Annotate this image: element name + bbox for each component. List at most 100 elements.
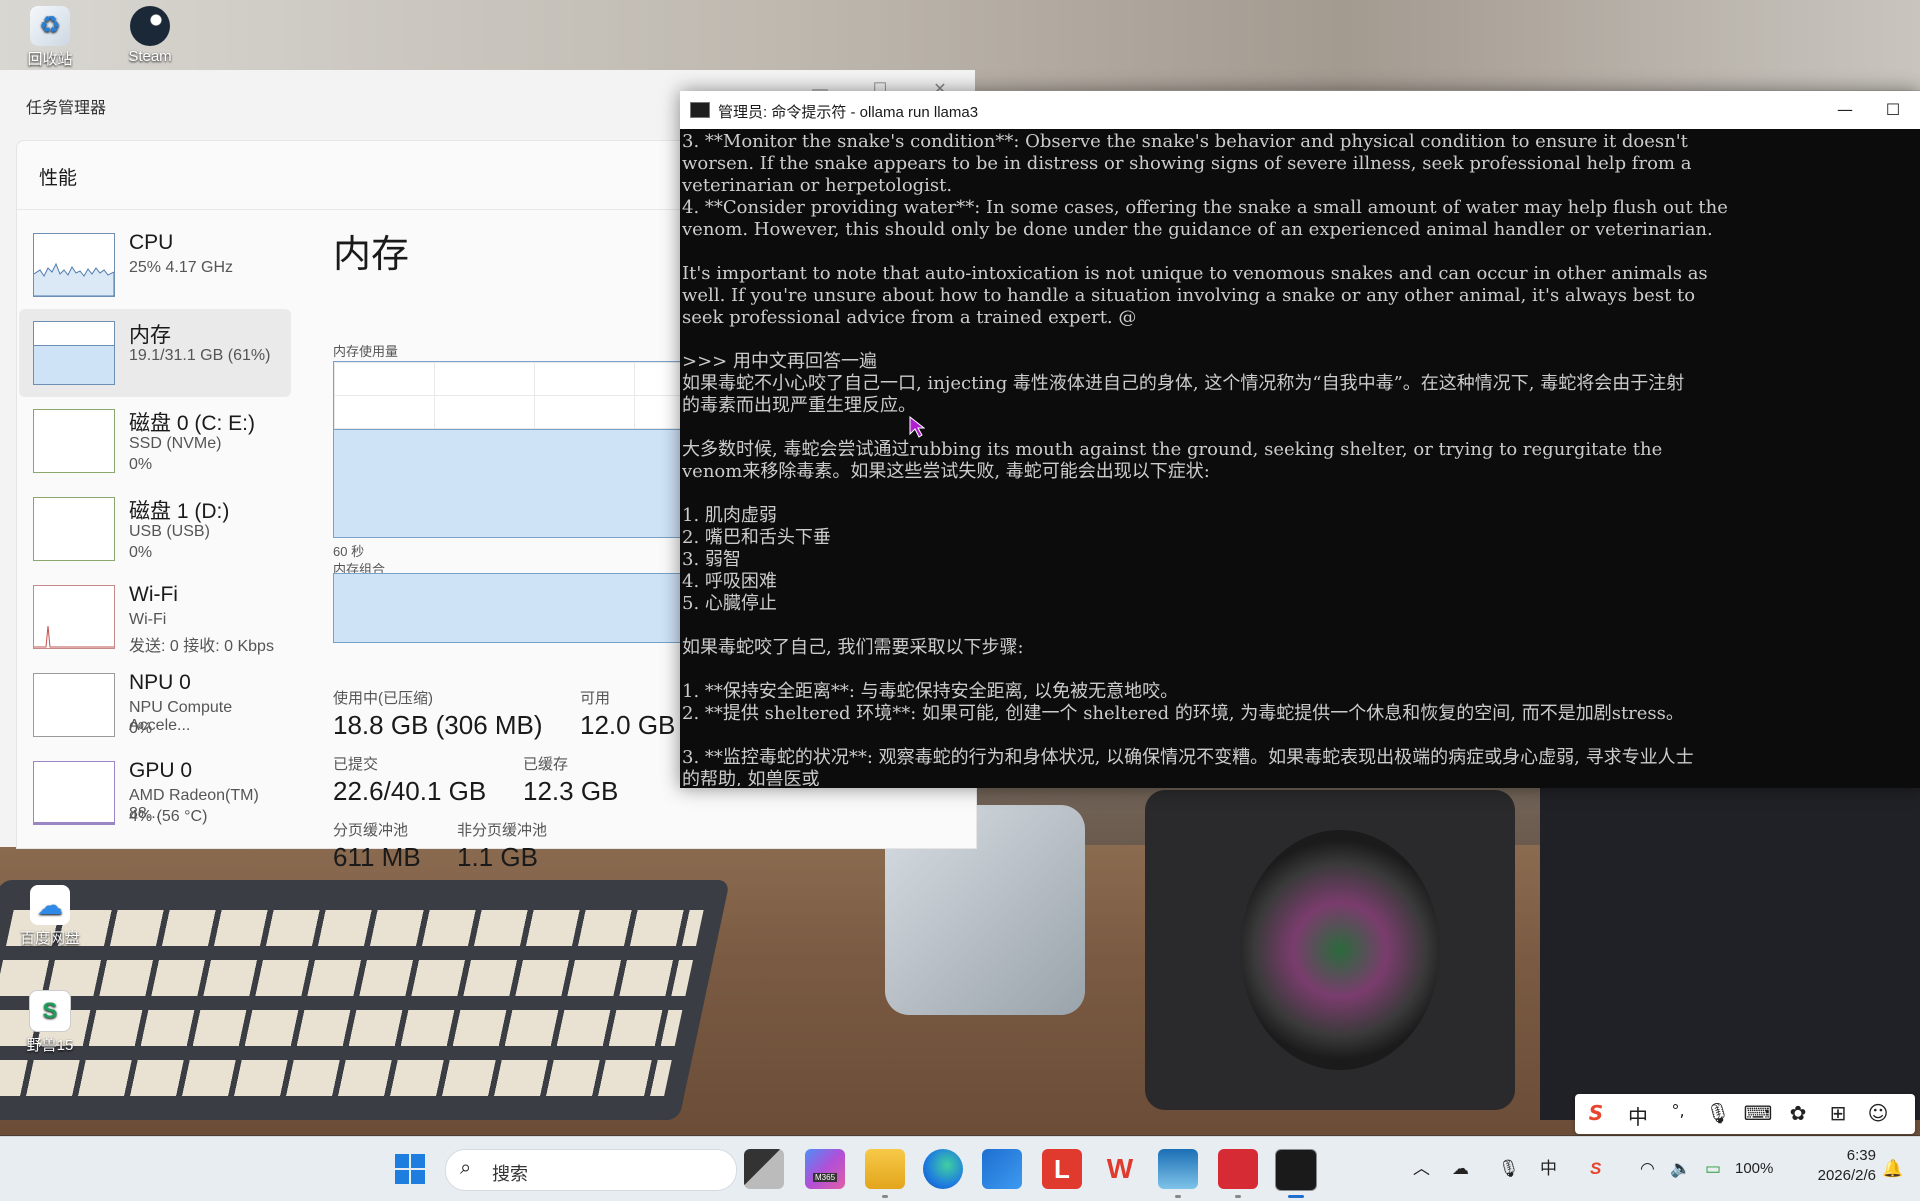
toolbox-grid-icon[interactable]: ⊞ [1823,1101,1853,1125]
image-viewer-icon[interactable] [1158,1149,1198,1189]
sidebar-item-subtitle: USB (USB) [129,523,210,540]
desktop-icon-baidu-netdisk[interactable]: ☁ 百度网盘 [10,885,90,948]
punctuation-toggle[interactable]: °, [1663,1101,1693,1120]
amd-software-icon[interactable] [1218,1149,1258,1189]
sogou-logo-icon[interactable]: S [1581,1101,1611,1125]
stat-label: 已缓存 [523,756,569,773]
ime-indicator[interactable]: 中 [1540,1137,1557,1201]
speaker-icon[interactable]: 🔈 [1670,1137,1691,1201]
sogou-tray-icon[interactable]: S [1590,1137,1601,1201]
sidebar-item-subtitle: 19.1/31.1 GB (61%) [129,347,271,364]
minimize-button[interactable]: — [1822,95,1868,125]
maximize-button[interactable]: ☐ [1870,95,1916,125]
stat-value: 22.6/40.1 GB [333,776,487,806]
stat-in-use: 使用中(已压缩) 18.8 GB (306 MB) [333,687,543,741]
cmd-titlebar[interactable]: 管理员: 命令提示符 - ollama run llama3 — ☐ [680,91,1920,129]
search-icon: ⌕ [460,1157,472,1179]
microsoft-365-icon[interactable]: M365 [805,1149,845,1189]
search-placeholder: 搜索 [492,1164,528,1184]
wifi-icon[interactable]: ◠ [1640,1137,1655,1201]
terminal-line: >>> 用中文再回答一遍 [682,351,877,372]
sidebar-item-title: CPU [129,231,174,254]
cpu-thumbnail-graph [33,233,115,297]
tray-overflow-chevron-icon[interactable]: ︿ [1413,1137,1430,1201]
desktop-icon-steam[interactable]: Steam [110,6,190,65]
taskbar: ⌕ 搜索 M365 L W ︿ ☁ 🎙 中 S ◠ 🔈 ▭ 100% 6:39 … [0,1136,1920,1201]
memory-thumbnail-graph [33,321,115,385]
baidu-netdisk-icon: ☁ [30,885,70,925]
terminal-line: 2. **提供 sheltered 环境**: 如果可能, 创建一个 shelt… [682,703,1684,724]
wps-office-icon[interactable]: W [1100,1149,1140,1189]
notification-bell-icon[interactable]: 🔔 [1882,1137,1903,1201]
terminal-taskbar-icon[interactable] [1275,1149,1317,1191]
task-view-icon[interactable] [744,1149,784,1189]
running-indicator [1175,1195,1181,1198]
onedrive-icon[interactable]: ☁ [1452,1137,1469,1201]
desktop-icon-recycle-bin[interactable]: ♻ 回收站 [10,6,90,69]
command-prompt-window[interactable]: 管理员: 命令提示符 - ollama run llama3 — ☐ 3. **… [680,91,1920,788]
sidebar-item-value: 0% [129,544,153,561]
stat-value: 611 MB [333,842,421,872]
active-indicator [1288,1195,1304,1198]
skin-icon[interactable]: ✿ [1783,1101,1813,1125]
sidebar-item-title: 磁盘 1 (D:) [129,500,230,523]
sidebar-item-cpu[interactable]: CPU 25% 4.17 GHz [19,221,291,309]
running-indicator [882,1195,888,1198]
start-button[interactable] [390,1149,430,1189]
terminal-line: well. If you're unsure about how to hand… [682,285,1696,306]
terminal-line: It's important to note that auto-intoxic… [682,263,1708,284]
terminal-output[interactable]: 3. **Monitor the snake's condition**: Ob… [682,131,1918,786]
microphone-icon[interactable]: 🎙 [1703,1101,1733,1125]
terminal-line: venom来移除毒素。如果这些尝试失败, 毒蛇可能会出现以下症状: [682,461,1210,482]
microsoft-store-icon[interactable] [982,1149,1022,1189]
sidebar-item-disk-0[interactable]: 磁盘 0 (C: E:) SSD (NVMe) 0% [19,397,291,485]
lenovo-app-icon[interactable]: L [1042,1149,1082,1189]
sidebar-item-title: Wi-Fi [129,583,178,606]
sidebar-item-npu[interactable]: NPU 0 NPU Compute Accele... 0% [19,661,291,749]
terminal-line: 2. 嘴巴和舌头下垂 [682,527,831,548]
sidebar-item-subtitle: Wi-Fi [129,611,167,628]
terminal-line: 1. **保持安全距离**: 与毒蛇保持安全距离, 以免被无意地咬。 [682,681,1179,702]
terminal-line: 1. 肌肉虚弱 [682,505,777,526]
sidebar-item-value: 4% (56 °C) [129,808,208,825]
keyboard-icon[interactable]: ⌨ [1743,1101,1773,1125]
system-clock[interactable]: 6:39 2026/2/6 [1780,1146,1876,1186]
sidebar-item-wifi[interactable]: Wi-Fi Wi-Fi 发送: 0 接收: 0 Kbps [19,573,291,661]
memory-composition-bar [333,573,735,643]
stat-value: 12.3 GB [523,776,619,806]
stat-value: 18.8 GB (306 MB) [333,710,543,740]
terminal-line: 3. **Monitor the snake's condition**: Ob… [682,131,1688,152]
stat-nonpaged-pool: 非分页缓冲池 1.1 GB [457,819,547,873]
sidebar-item-disk-1[interactable]: 磁盘 1 (D:) USB (USB) 0% [19,485,291,573]
mascot-icon[interactable]: ☺ [1863,1101,1893,1125]
file-explorer-icon[interactable] [865,1149,905,1189]
stat-label: 使用中(已压缩) [333,690,433,707]
sidebar-item-gpu[interactable]: GPU 0 AMD Radeon(TM) 88... 4% (56 °C) [19,749,291,837]
battery-icon[interactable]: ▭ [1705,1137,1721,1201]
microphone-tray-icon[interactable]: 🎙 [1498,1137,1520,1201]
desktop-icon-spreadsheet[interactable]: S 野兽15 [10,990,90,1055]
sidebar-item-memory[interactable]: 内存 19.1/31.1 GB (61%) [19,309,291,397]
npu-thumbnail-graph [33,673,115,737]
window-title: 任务管理器 [26,100,107,117]
windows-logo-icon [395,1154,425,1184]
sidebar-item-subtitle: NPU Compute Accele... [129,699,233,734]
ime-mode-toggle[interactable]: 中 [1623,1101,1653,1130]
detail-title: 内存 [333,234,410,276]
terminal-line: seek professional advice from a trained … [682,307,1137,328]
memory-usage-fill [334,429,734,537]
sidebar-item-value: 发送: 0 接收: 0 Kbps [129,638,274,655]
search-box[interactable]: ⌕ 搜索 [445,1149,737,1191]
edge-browser-icon[interactable] [923,1149,963,1189]
battery-percent: 100% [1735,1160,1774,1177]
clock-time: 6:39 [1846,1147,1876,1164]
disk-thumbnail-graph [33,409,115,473]
terminal-line: 4. 呼吸困难 [682,571,777,592]
terminal-line: veterinarian or herpetologist. [682,175,953,196]
running-indicator [1235,1195,1241,1198]
sidebar-item-title: 磁盘 0 (C: E:) [129,412,256,435]
